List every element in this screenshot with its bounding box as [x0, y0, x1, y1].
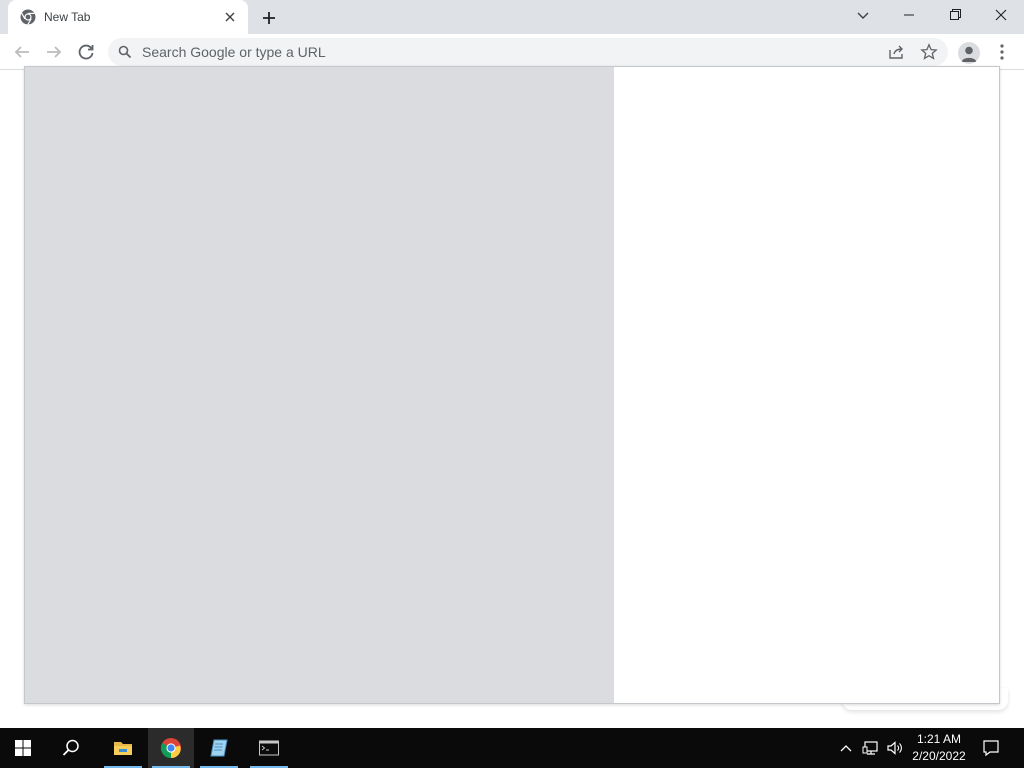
file-explorer-icon — [114, 742, 132, 755]
notification-icon[interactable] — [982, 739, 1000, 757]
omnibox[interactable] — [108, 38, 948, 66]
volume-icon[interactable] — [886, 739, 904, 757]
taskbar-command-prompt[interactable] — [246, 728, 292, 768]
start-button[interactable] — [0, 728, 46, 768]
tab-search-icon[interactable] — [852, 6, 874, 26]
taskbar-chrome[interactable] — [148, 728, 194, 768]
tab-title: New Tab — [44, 10, 91, 24]
network-icon[interactable] — [862, 739, 880, 757]
taskbar-notepad[interactable] — [196, 728, 242, 768]
command-prompt-icon — [259, 740, 279, 756]
search-icon — [62, 739, 79, 756]
close-window-icon[interactable] — [978, 0, 1024, 30]
tab-new-tab[interactable]: New Tab — [8, 0, 248, 34]
taskbar: 1:21 AM 2/20/2022 — [0, 728, 1024, 768]
back-button[interactable] — [10, 40, 34, 64]
notepad-icon — [210, 739, 228, 757]
share-icon[interactable] — [888, 44, 906, 60]
minimize-icon[interactable] — [886, 0, 932, 30]
star-icon[interactable] — [920, 43, 938, 61]
kebab-menu-icon[interactable] — [994, 42, 1010, 62]
taskbar-search-button[interactable] — [48, 728, 94, 768]
browser-toolbar — [0, 34, 1024, 70]
restore-icon[interactable] — [932, 0, 978, 30]
windows-start-icon — [15, 740, 31, 756]
overlay-panel — [24, 66, 1000, 704]
page-content — [0, 66, 1024, 728]
person-icon — [961, 46, 977, 62]
forward-button[interactable] — [42, 40, 66, 64]
address-bar-input[interactable] — [142, 38, 862, 66]
tab-strip: New Tab — [0, 0, 1024, 34]
profile-button[interactable] — [958, 42, 980, 64]
chevron-up-icon[interactable] — [838, 740, 854, 756]
search-icon — [118, 45, 132, 59]
panel-left-pane — [25, 67, 614, 703]
taskbar-file-explorer[interactable] — [100, 728, 146, 768]
taskbar-clock[interactable]: 1:21 AM 2/20/2022 — [906, 731, 972, 765]
chrome-icon — [20, 9, 36, 25]
chrome-icon — [160, 738, 181, 759]
close-tab-icon[interactable] — [222, 9, 238, 25]
clock-date: 2/20/2022 — [912, 749, 966, 763]
reload-button[interactable] — [74, 40, 98, 64]
clock-time: 1:21 AM — [916, 732, 962, 746]
new-tab-button[interactable] — [258, 7, 280, 29]
panel-right-pane — [614, 67, 999, 703]
